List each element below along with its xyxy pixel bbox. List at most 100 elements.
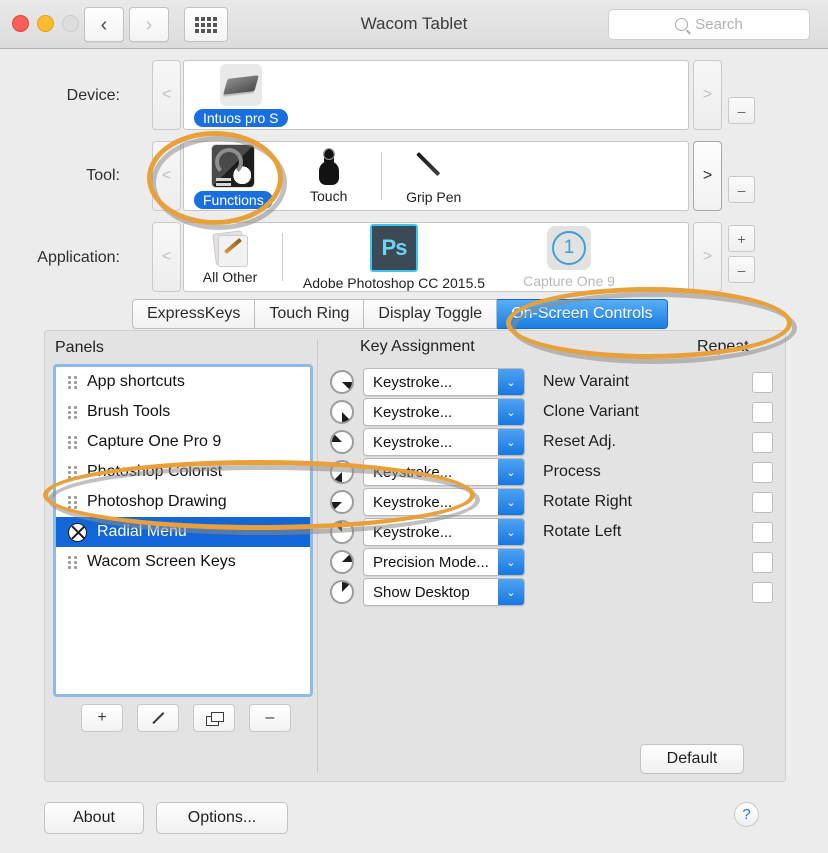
list-item[interactable]: Photoshop Drawing xyxy=(56,487,310,517)
application-item-capture-one[interactable]: 1 Capture One 9 xyxy=(499,225,639,289)
action-label: Reset Adj. xyxy=(543,433,616,450)
list-item[interactable]: Photoshop Colorist xyxy=(56,457,310,487)
radial-sector-icon xyxy=(330,520,354,544)
chevron-down-icon[interactable]: ⌄ xyxy=(498,519,524,545)
all-other-icon xyxy=(210,229,250,267)
radial-sector-icon xyxy=(330,370,354,394)
chevron-down-icon[interactable]: ⌄ xyxy=(498,429,524,455)
chevron-down-icon[interactable]: ⌄ xyxy=(498,399,524,425)
drag-handle-icon[interactable] xyxy=(68,495,77,509)
application-item-photoshop[interactable]: Ps Adobe Photoshop CC 2015.5 xyxy=(289,223,499,291)
application-item-label: All Other xyxy=(202,268,258,285)
duplicate-panel-button[interactable] xyxy=(193,704,235,732)
tool-divider xyxy=(380,152,382,200)
repeat-checkbox[interactable] xyxy=(752,522,773,543)
device-label: Device: xyxy=(66,87,120,104)
drag-handle-icon[interactable] xyxy=(68,555,77,569)
repeat-checkbox[interactable] xyxy=(752,402,773,423)
add-panel-button[interactable]: + xyxy=(81,704,123,732)
chevron-down-icon[interactable]: ⌄ xyxy=(498,489,524,515)
list-item-label: Photoshop Colorist xyxy=(87,463,223,480)
application-strip: All Other Ps Adobe Photoshop CC 2015.5 1… xyxy=(183,222,689,292)
application-prev-button[interactable]: < xyxy=(152,222,181,292)
key-assignment-select[interactable]: Keystroke... ⌄ xyxy=(363,458,525,486)
device-item-intuos-pro-s[interactable]: Intuos pro S xyxy=(184,63,298,127)
key-assignment-select[interactable]: Keystroke... ⌄ xyxy=(363,398,525,426)
options-button[interactable]: Options... xyxy=(156,802,288,834)
default-button[interactable]: Default xyxy=(640,744,744,774)
tab-bar: ExpressKeys Touch Ring Display Toggle On… xyxy=(132,299,668,329)
tab-expresskeys[interactable]: ExpressKeys xyxy=(132,299,256,329)
remove-panel-button[interactable]: – xyxy=(249,704,291,732)
tablet-icon xyxy=(219,63,262,106)
device-prev-button[interactable]: < xyxy=(152,60,181,130)
drag-handle-icon[interactable] xyxy=(68,375,77,389)
drag-handle-icon[interactable] xyxy=(68,435,77,449)
list-item-label: Photoshop Drawing xyxy=(87,493,227,510)
key-assignment-select[interactable]: Keystroke... ⌄ xyxy=(363,368,525,396)
tool-next-button[interactable]: > xyxy=(693,141,722,211)
repeat-checkbox[interactable] xyxy=(752,432,773,453)
radial-sector-icon xyxy=(330,400,354,424)
repeat-checkbox[interactable] xyxy=(752,582,773,603)
tool-prev-button[interactable]: < xyxy=(152,141,181,211)
key-assignment-select[interactable]: Precision Mode... ⌄ xyxy=(363,548,525,576)
key-assignment-select[interactable]: Keystroke... ⌄ xyxy=(363,488,525,516)
tab-on-screen-controls[interactable]: On-Screen Controls xyxy=(497,299,668,329)
list-item-radial-menu[interactable]: Radial Menu xyxy=(56,517,310,547)
tool-label: Tool: xyxy=(86,167,120,184)
radial-sector-icon xyxy=(330,550,354,574)
assignment-row: Keystroke... ⌄ Rotate Left xyxy=(330,517,621,547)
key-assignment-select[interactable]: Show Desktop ⌄ xyxy=(363,578,525,606)
chevron-down-icon[interactable]: ⌄ xyxy=(498,369,524,395)
list-item[interactable]: Capture One Pro 9 xyxy=(56,427,310,457)
panels-list[interactable]: App shortcuts Brush Tools Capture One Pr… xyxy=(53,364,313,697)
key-assignment-value: Keystroke... xyxy=(373,493,453,511)
radial-sector-icon xyxy=(330,580,354,604)
chevron-down-icon[interactable]: ⌄ xyxy=(498,549,524,575)
list-item[interactable]: App shortcuts xyxy=(56,367,310,397)
capture-one-icon: 1 xyxy=(547,225,591,270)
application-item-all-other[interactable]: All Other xyxy=(184,229,276,285)
tool-remove-button[interactable]: – xyxy=(728,176,755,203)
edit-panel-button[interactable] xyxy=(137,704,179,732)
panels-heading: Panels xyxy=(55,339,104,356)
key-assignment-header: Key Assignment xyxy=(360,338,475,355)
application-label: Application: xyxy=(37,249,120,266)
chevron-down-icon[interactable]: ⌄ xyxy=(498,579,524,605)
repeat-checkbox[interactable] xyxy=(752,552,773,573)
repeat-checkbox[interactable] xyxy=(752,462,773,483)
panel-divider xyxy=(317,339,318,773)
repeat-checkbox[interactable] xyxy=(752,492,773,513)
device-remove-button[interactable]: – xyxy=(728,97,755,124)
application-add-button[interactable]: + xyxy=(728,225,755,252)
tab-display-toggle[interactable]: Display Toggle xyxy=(364,299,498,329)
tool-item-grip-pen[interactable]: Grip Pen xyxy=(388,148,480,205)
key-assignment-value: Keystroke... xyxy=(373,433,453,451)
tool-item-touch[interactable]: Touch xyxy=(283,147,375,204)
key-assignment-value: Show Desktop xyxy=(373,583,470,601)
about-button[interactable]: About xyxy=(44,802,144,834)
list-item-label: Wacom Screen Keys xyxy=(87,553,236,570)
wacom-tablet-preferences-window: ‹ › Wacom Tablet Search Device: < Intuos… xyxy=(0,0,828,853)
key-assignment-select[interactable]: Keystroke... ⌄ xyxy=(363,428,525,456)
drag-handle-icon[interactable] xyxy=(68,405,77,419)
application-remove-button[interactable]: – xyxy=(728,256,755,283)
drag-handle-icon[interactable] xyxy=(68,465,77,479)
application-divider xyxy=(282,233,283,281)
device-items: Intuos pro S xyxy=(184,61,688,129)
list-item[interactable]: Wacom Screen Keys xyxy=(56,547,310,577)
chevron-down-icon[interactable]: ⌄ xyxy=(498,459,524,485)
application-item-label: Capture One 9 xyxy=(523,272,615,289)
tab-touch-ring[interactable]: Touch Ring xyxy=(255,299,365,329)
list-item[interactable]: Brush Tools xyxy=(56,397,310,427)
application-next-button[interactable]: > xyxy=(693,222,722,292)
tool-item-functions[interactable]: Functions xyxy=(184,143,283,209)
search-field[interactable]: Search xyxy=(608,9,810,40)
device-next-button[interactable]: > xyxy=(693,60,722,130)
radial-menu-icon xyxy=(68,522,87,542)
help-button[interactable]: ? xyxy=(734,802,759,827)
key-assignment-select[interactable]: Keystroke... ⌄ xyxy=(363,518,525,546)
repeat-checkbox[interactable] xyxy=(752,372,773,393)
list-item-label: Radial Menu xyxy=(97,523,187,540)
